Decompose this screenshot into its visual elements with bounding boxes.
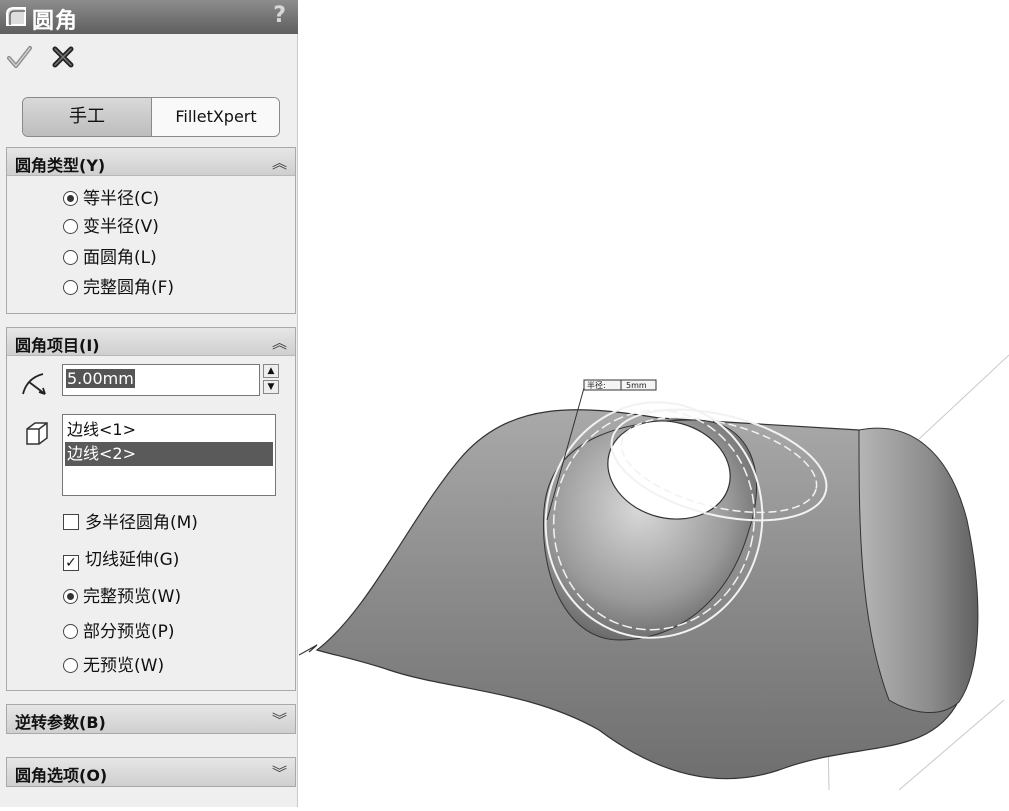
callout-value: 5mm bbox=[626, 381, 647, 390]
graphics-viewport[interactable]: 半径: 5mm bbox=[298, 0, 1009, 807]
model-view: 半径: 5mm bbox=[298, 354, 1009, 791]
fillet-options-title: 圆角选项(O) bbox=[15, 766, 108, 785]
tab-filletxpert[interactable]: FilletXpert bbox=[152, 98, 279, 136]
callout-label: 半径: bbox=[587, 380, 606, 390]
checkbox-checked-icon: ✓ bbox=[63, 555, 79, 571]
radio-constant-radius[interactable]: 等半径(C) bbox=[63, 186, 159, 212]
fillet-options-header[interactable]: 圆角选项(O) ︾ bbox=[7, 758, 295, 786]
radio-variable-radius[interactable]: 变半径(V) bbox=[63, 214, 159, 240]
fillet-type-title: 圆角类型(Y) bbox=[15, 156, 106, 175]
checkbox-label: 多半径圆角(M) bbox=[85, 513, 198, 533]
fillet-type-group: 圆角类型(Y) ︽ 等半径(C) 变半径(V) 面圆角(L) 完整圆角(F) bbox=[6, 147, 296, 314]
list-item[interactable]: 边线<1> bbox=[65, 418, 273, 442]
radio-label: 无预览(W) bbox=[83, 656, 165, 676]
edge-selection-icon bbox=[26, 422, 48, 445]
reverse-params-header[interactable]: 逆转参数(B) ︾ bbox=[7, 705, 295, 733]
fillet-feature-icon bbox=[6, 7, 26, 26]
list-item-selected[interactable]: 边线<2> bbox=[65, 442, 273, 466]
expand-chevron-icon: ︾ bbox=[271, 711, 287, 729]
radio-dot-icon bbox=[63, 250, 78, 265]
collapse-chevron-icon: ︽ bbox=[271, 334, 287, 352]
cancel-x-icon[interactable] bbox=[50, 44, 76, 70]
radio-partial-preview[interactable]: 部分预览(P) bbox=[63, 619, 175, 645]
radio-no-preview[interactable]: 无预览(W) bbox=[63, 653, 164, 679]
spin-up-button[interactable]: ▲ bbox=[263, 364, 279, 378]
checkbox-tangent-propagation[interactable]: ✓ 切线延伸(G) bbox=[63, 547, 179, 573]
property-manager-panel: 圆角 ? 手工 FilletXpert 圆角类型(Y) ︽ 等半径(C) 变半径… bbox=[0, 0, 298, 807]
radius-icon bbox=[22, 373, 46, 395]
radio-dot-icon bbox=[63, 589, 78, 604]
radio-dot-icon bbox=[63, 280, 78, 295]
radio-face-fillet[interactable]: 面圆角(L) bbox=[63, 245, 157, 271]
radius-value: 5.00mm bbox=[66, 369, 135, 388]
radio-full-round[interactable]: 完整圆角(F) bbox=[63, 275, 174, 301]
radio-dot-icon bbox=[63, 624, 78, 639]
expand-chevron-icon: ︾ bbox=[271, 764, 287, 782]
edge-selection-list[interactable]: 边线<1> 边线<2> bbox=[62, 414, 276, 496]
mode-toggle: 手工 FilletXpert bbox=[22, 97, 280, 137]
radio-label: 面圆角(L) bbox=[83, 248, 157, 268]
tab-manual[interactable]: 手工 bbox=[23, 98, 152, 136]
spin-down-button[interactable]: ▼ bbox=[263, 380, 279, 394]
fillet-items-header[interactable]: 圆角项目(I) ︽ bbox=[7, 328, 295, 356]
checkbox-multi-radius[interactable]: 多半径圆角(M) bbox=[63, 510, 198, 536]
checkbox-label: 切线延伸(G) bbox=[85, 550, 180, 570]
panel-title: 圆角 bbox=[32, 9, 79, 34]
help-icon[interactable]: ? bbox=[273, 3, 286, 28]
radius-input[interactable]: 5.00mm bbox=[62, 364, 260, 396]
checkbox-icon bbox=[63, 514, 79, 530]
radio-dot-icon bbox=[63, 658, 78, 673]
ok-check-icon[interactable] bbox=[6, 44, 32, 70]
reverse-params-group: 逆转参数(B) ︾ bbox=[6, 704, 296, 734]
reverse-params-title: 逆转参数(B) bbox=[15, 713, 106, 732]
radio-dot-icon bbox=[63, 219, 78, 234]
radio-full-preview[interactable]: 完整预览(W) bbox=[63, 584, 181, 610]
fillet-items-group: 圆角项目(I) ︽ 5.00mm ▲ ▼ 边线<1> 边线<2> 多半径圆角(M… bbox=[6, 327, 296, 691]
edge-arrow-icon bbox=[298, 644, 318, 656]
radio-label: 完整圆角(F) bbox=[83, 278, 175, 298]
radio-dot-icon bbox=[63, 191, 78, 206]
radio-label: 等半径(C) bbox=[83, 189, 160, 209]
fillet-items-title: 圆角项目(I) bbox=[15, 336, 100, 355]
radio-label: 完整预览(W) bbox=[83, 587, 182, 607]
fillet-options-group: 圆角选项(O) ︾ bbox=[6, 757, 296, 787]
fillet-type-header[interactable]: 圆角类型(Y) ︽ bbox=[7, 148, 295, 176]
radio-label: 部分预览(P) bbox=[83, 622, 175, 642]
radio-label: 变半径(V) bbox=[83, 217, 159, 237]
collapse-chevron-icon: ︽ bbox=[271, 154, 287, 172]
panel-titlebar: 圆角 ? bbox=[0, 0, 298, 34]
